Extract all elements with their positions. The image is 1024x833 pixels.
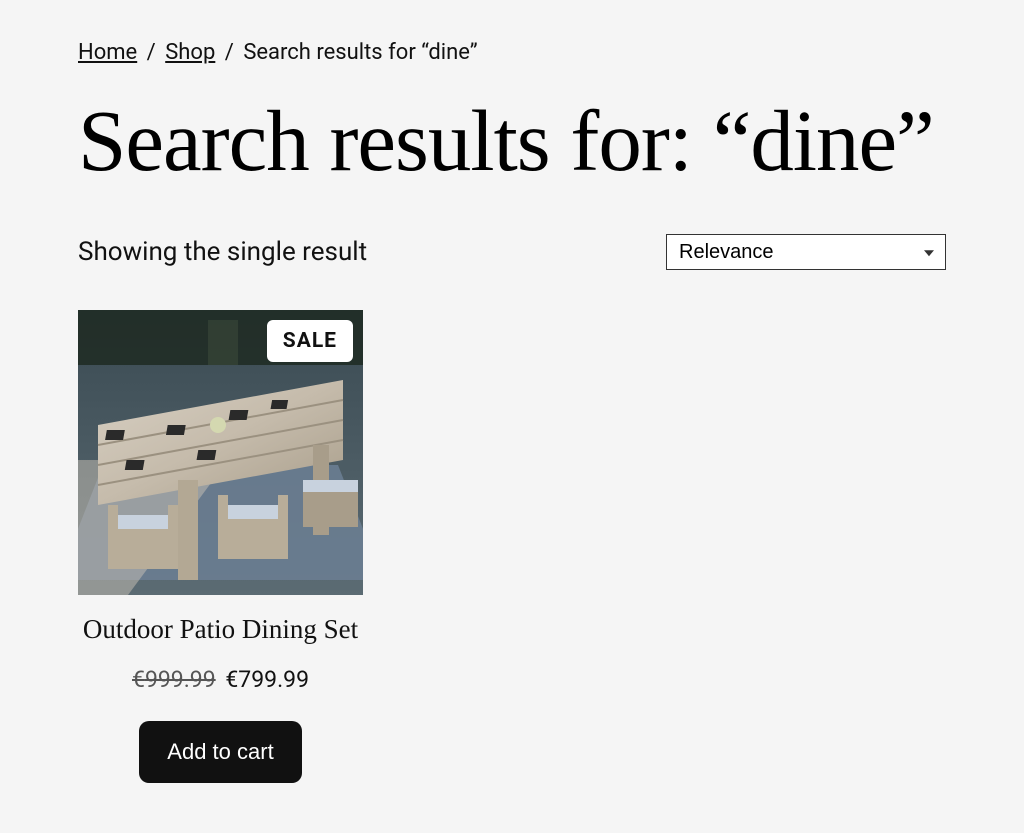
original-price: €999.99	[132, 666, 216, 693]
product-price: €999.99 €799.99	[78, 666, 363, 693]
sort-select[interactable]: Relevance	[666, 234, 946, 270]
product-title[interactable]: Outdoor Patio Dining Set	[78, 613, 363, 645]
results-toolbar: Showing the single result Relevance	[78, 234, 946, 270]
breadcrumb-shop-link[interactable]: Shop	[165, 40, 215, 65]
breadcrumb-separator: /	[225, 40, 234, 65]
breadcrumb-home-link[interactable]: Home	[78, 40, 137, 65]
product-card: SALE Outdoor Patio Dining Set €999.99 €7…	[78, 310, 363, 782]
sale-price: €799.99	[225, 666, 309, 693]
breadcrumb-separator: /	[147, 40, 156, 65]
sale-badge: SALE	[267, 320, 353, 362]
page-title: Search results for: “dine”	[78, 95, 946, 186]
breadcrumb: Home / Shop / Search results for “dine”	[78, 40, 946, 65]
sort-select-wrap: Relevance	[666, 234, 946, 270]
result-count: Showing the single result	[78, 237, 367, 267]
breadcrumb-current: Search results for “dine”	[243, 40, 477, 65]
product-image-link[interactable]: SALE	[78, 310, 363, 595]
add-to-cart-button[interactable]: Add to cart	[139, 721, 301, 783]
